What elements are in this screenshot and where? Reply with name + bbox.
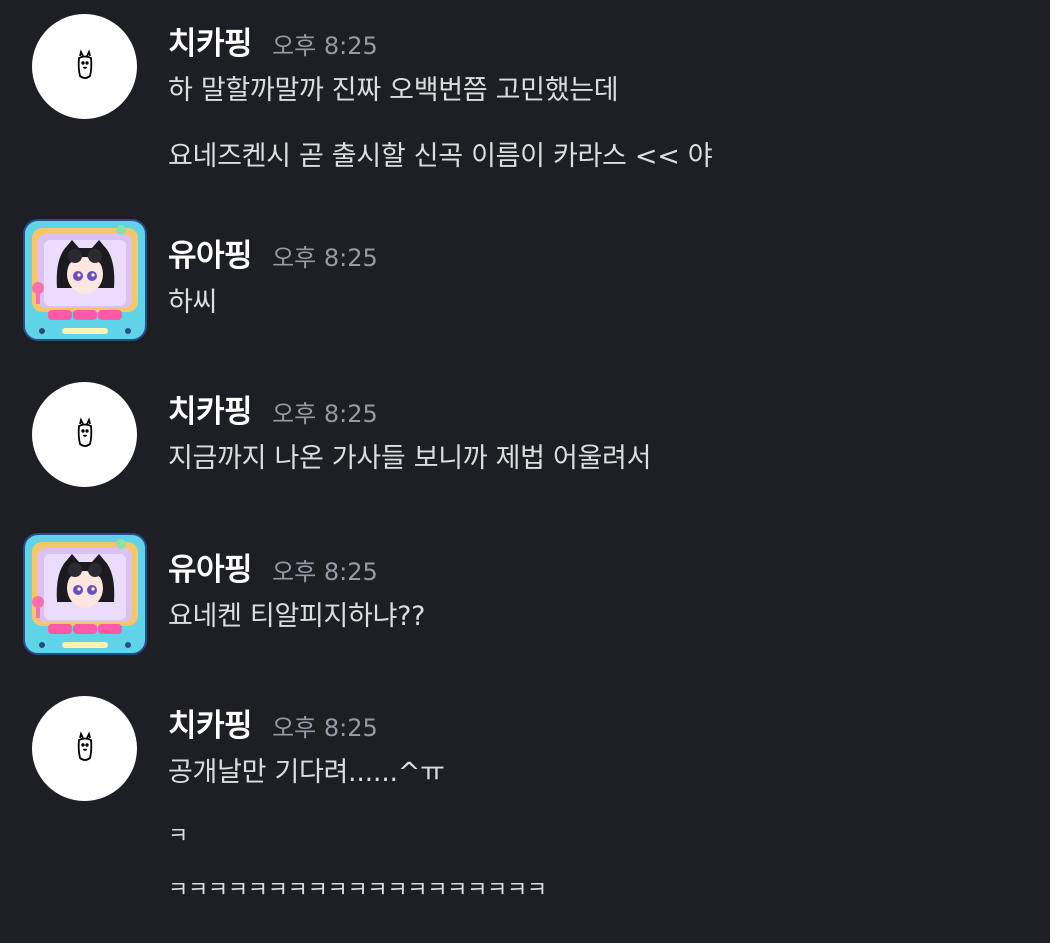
message-header: 유아핑 오후 8:25 [168, 544, 378, 588]
message-header: 치카핑 오후 8:25 [168, 18, 378, 62]
username[interactable]: 치카핑 [168, 700, 253, 745]
bunny-icon [77, 49, 93, 79]
timestamp: 오후 8:25 [272, 558, 378, 586]
message-text: 공개날만 기다려......^ㅠ [168, 757, 445, 788]
claw-machine-icon [23, 219, 147, 341]
username[interactable]: 치카핑 [168, 18, 253, 63]
username[interactable]: 유아핑 [168, 230, 253, 275]
chat-message-list: 치카핑 오후 8:25 하 말할까말까 진짜 오백번쯤 고민했는데 요네즈켄시 … [0, 0, 1050, 943]
username[interactable]: 치카핑 [168, 386, 253, 431]
message-text: ㅋ [168, 824, 188, 849]
message-text: 지금까지 나온 가사들 보니까 제법 어울려서 [168, 443, 652, 474]
user-avatar[interactable] [32, 14, 137, 119]
message-header: 치카핑 오후 8:25 [168, 700, 378, 744]
message-text: 요네켄 티알피지하냐?? [168, 601, 426, 632]
message-text: 하씨 [168, 287, 218, 318]
user-avatar[interactable] [32, 382, 137, 487]
message-text: 요네즈켄시 곧 출시할 신곡 이름이 카라스 << 야 [168, 141, 713, 172]
user-avatar[interactable] [32, 696, 137, 801]
bunny-icon [77, 731, 93, 761]
message-text: 하 말할까말까 진짜 오백번쯤 고민했는데 [168, 75, 619, 106]
timestamp: 오후 8:25 [272, 400, 378, 428]
message-header: 유아핑 오후 8:25 [168, 230, 378, 274]
message-text: ㅋㅋㅋㅋㅋㅋㅋㅋㅋㅋㅋㅋㅋㅋㅋㅋㅋㅋㅋ [168, 878, 547, 903]
user-avatar[interactable] [22, 532, 148, 658]
user-avatar[interactable] [22, 218, 148, 344]
username[interactable]: 유아핑 [168, 544, 253, 589]
timestamp: 오후 8:25 [272, 244, 378, 272]
timestamp: 오후 8:25 [272, 32, 378, 60]
message-header: 치카핑 오후 8:25 [168, 386, 378, 430]
timestamp: 오후 8:25 [272, 714, 378, 742]
claw-machine-icon [23, 533, 147, 655]
bunny-icon [77, 417, 93, 447]
